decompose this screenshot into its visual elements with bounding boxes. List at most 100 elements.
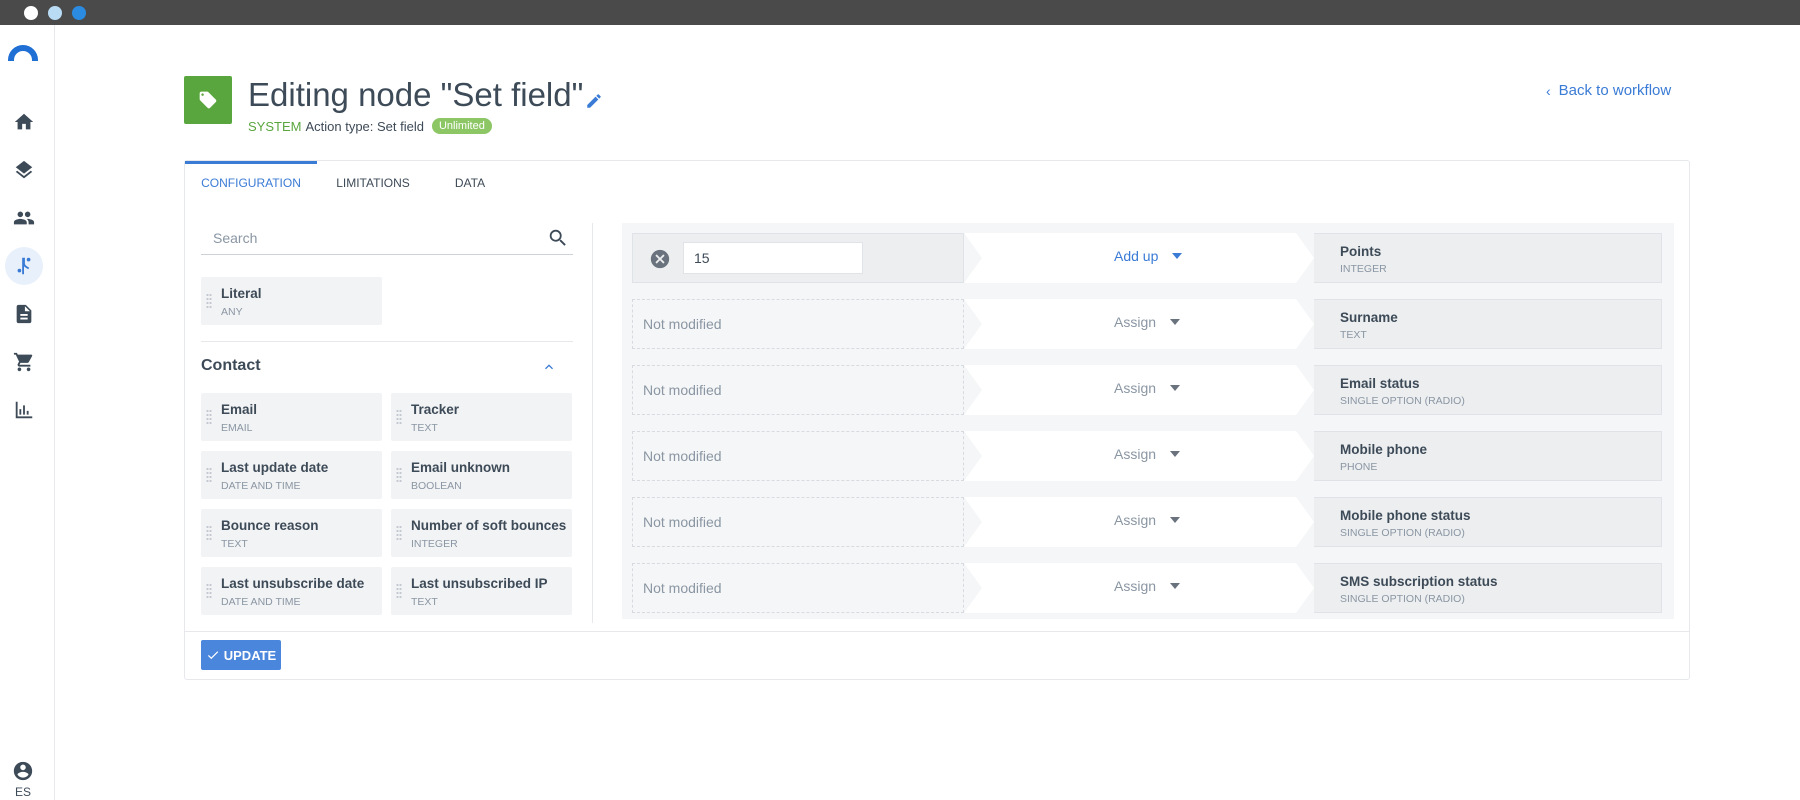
mapping-value-input[interactable] [683, 242, 863, 274]
tab-bar: CONFIGURATION LIMITATIONS DATA [185, 161, 1689, 203]
mapping-value-placeholder: Not modified [643, 316, 722, 332]
operation-dropdown[interactable]: Assign [1114, 512, 1181, 528]
mapping-source[interactable] [632, 233, 964, 283]
mapping-row: Not modified Assign Mobile phone status … [632, 497, 1662, 547]
field-chip-type: TEXT [411, 596, 438, 608]
target-field-name: Surname [1340, 310, 1398, 325]
operation-label: Add up [1114, 248, 1159, 264]
workflow-icon [17, 257, 31, 275]
mapping-target: Points INTEGER [1314, 233, 1662, 283]
mapping-value-placeholder: Not modified [643, 382, 722, 398]
field-chip-type: DATE AND TIME [221, 596, 301, 608]
back-to-workflow-link[interactable]: ‹ Back to workflow [1546, 82, 1671, 99]
drag-handle-icon[interactable] [206, 583, 212, 599]
field-chip[interactable]: Tracker TEXT [391, 393, 572, 441]
field-group-title: Contact [201, 357, 261, 374]
mapping-operation: Assign [964, 497, 1314, 547]
mapping-row: Not modified Assign Email status SINGLE … [632, 365, 1662, 415]
field-chip[interactable]: Last unsubscribe date DATE AND TIME [201, 567, 382, 615]
mapping-source[interactable]: Not modified [632, 431, 964, 481]
caret-down-icon [1170, 385, 1181, 391]
mapping-source[interactable]: Not modified [632, 365, 964, 415]
operation-dropdown[interactable]: Assign [1114, 314, 1181, 330]
field-chip[interactable]: Number of soft bounces INTEGER [391, 509, 572, 557]
drag-handle-icon[interactable] [396, 467, 402, 483]
operation-label: Assign [1114, 512, 1157, 528]
window-titlebar [0, 0, 1800, 25]
chevron-left-icon: ‹ [1546, 82, 1551, 99]
operation-dropdown[interactable]: Assign [1114, 578, 1181, 594]
field-chip-type: TEXT [221, 538, 248, 550]
field-chip[interactable]: Email unknown BOOLEAN [391, 451, 572, 499]
edit-title-button[interactable] [585, 92, 603, 110]
field-chip[interactable]: Bounce reason TEXT [201, 509, 382, 557]
people-icon [13, 211, 35, 225]
drag-handle-icon[interactable] [206, 525, 212, 541]
footer-divider [185, 631, 1689, 632]
drag-handle-icon[interactable] [396, 409, 402, 425]
field-chip-name: Literal [221, 286, 262, 301]
search-icon[interactable] [547, 227, 569, 249]
field-chip-type: ANY [221, 306, 243, 318]
field-chip-name: Last unsubscribed IP [411, 576, 548, 591]
field-chip-name: Email [221, 402, 258, 417]
nav-layers[interactable] [5, 151, 43, 189]
clear-value-icon[interactable] [649, 248, 671, 270]
operation-dropdown[interactable]: Assign [1114, 380, 1181, 396]
target-field-type: INTEGER [1340, 263, 1387, 275]
nav-shop[interactable] [5, 343, 43, 381]
field-chip[interactable]: Last update date DATE AND TIME [201, 451, 382, 499]
nav-contacts[interactable] [5, 199, 43, 237]
mapping-row: Not modified Assign Surname TEXT [632, 299, 1662, 349]
home-icon [14, 113, 34, 130]
nav-workflows[interactable] [5, 247, 43, 285]
tab-data[interactable]: DATA [445, 161, 495, 203]
field-chip-type: DATE AND TIME [221, 480, 301, 492]
search-input[interactable] [201, 223, 521, 253]
pencil-icon [587, 94, 601, 108]
field-chip-type: INTEGER [411, 538, 458, 550]
app-logo[interactable] [8, 45, 38, 61]
nav-documents[interactable] [5, 295, 43, 333]
window-maximize-button[interactable] [72, 6, 86, 20]
operation-dropdown[interactable]: Assign [1114, 446, 1181, 462]
mapping-source[interactable]: Not modified [632, 563, 964, 613]
drag-handle-icon[interactable] [396, 525, 402, 541]
nav-home[interactable] [5, 103, 43, 141]
mapping-source[interactable]: Not modified [632, 299, 964, 349]
field-chip[interactable]: Last unsubscribed IP TEXT [391, 567, 572, 615]
layers-icon [15, 160, 33, 179]
caret-down-icon [1170, 517, 1181, 523]
field-chip-name: Tracker [411, 402, 460, 417]
field-chip-name: Email unknown [411, 460, 511, 475]
user-menu[interactable]: ES [10, 760, 36, 799]
chevron-up-icon[interactable] [541, 359, 557, 375]
document-icon [16, 304, 32, 324]
window-minimize-button[interactable] [48, 6, 62, 20]
operation-dropdown[interactable]: Add up [1114, 248, 1183, 264]
target-field-name: Email status [1340, 376, 1420, 391]
field-chip-literal[interactable]: Literal ANY [201, 277, 382, 325]
target-field-name: Mobile phone [1340, 442, 1427, 457]
tab-limitations[interactable]: LIMITATIONS [333, 161, 413, 203]
sidebar: ES [0, 25, 55, 800]
mapping-operation: Add up [964, 233, 1314, 283]
update-button[interactable]: UPDATE [201, 640, 281, 670]
field-chip[interactable]: Email EMAIL [201, 393, 382, 441]
action-type-label: Action type: Set field [305, 118, 424, 134]
drag-handle-icon[interactable] [396, 583, 402, 599]
window-close-button[interactable] [24, 6, 38, 20]
target-field-type: SINGLE OPTION (RADIO) [1340, 593, 1465, 605]
operation-label: Assign [1114, 578, 1157, 594]
mapping-target: Mobile phone status SINGLE OPTION (RADIO… [1314, 497, 1662, 547]
target-field-type: PHONE [1340, 461, 1378, 473]
tab-configuration[interactable]: CONFIGURATION [185, 161, 317, 203]
nav-reports[interactable] [5, 391, 43, 429]
drag-handle-icon[interactable] [206, 467, 212, 483]
mapping-source[interactable]: Not modified [632, 497, 964, 547]
drag-handle-icon[interactable] [206, 409, 212, 425]
user-locale: ES [14, 785, 31, 799]
drag-handle-icon[interactable] [206, 293, 212, 309]
check-icon [207, 651, 218, 660]
caret-down-icon [1170, 583, 1181, 589]
